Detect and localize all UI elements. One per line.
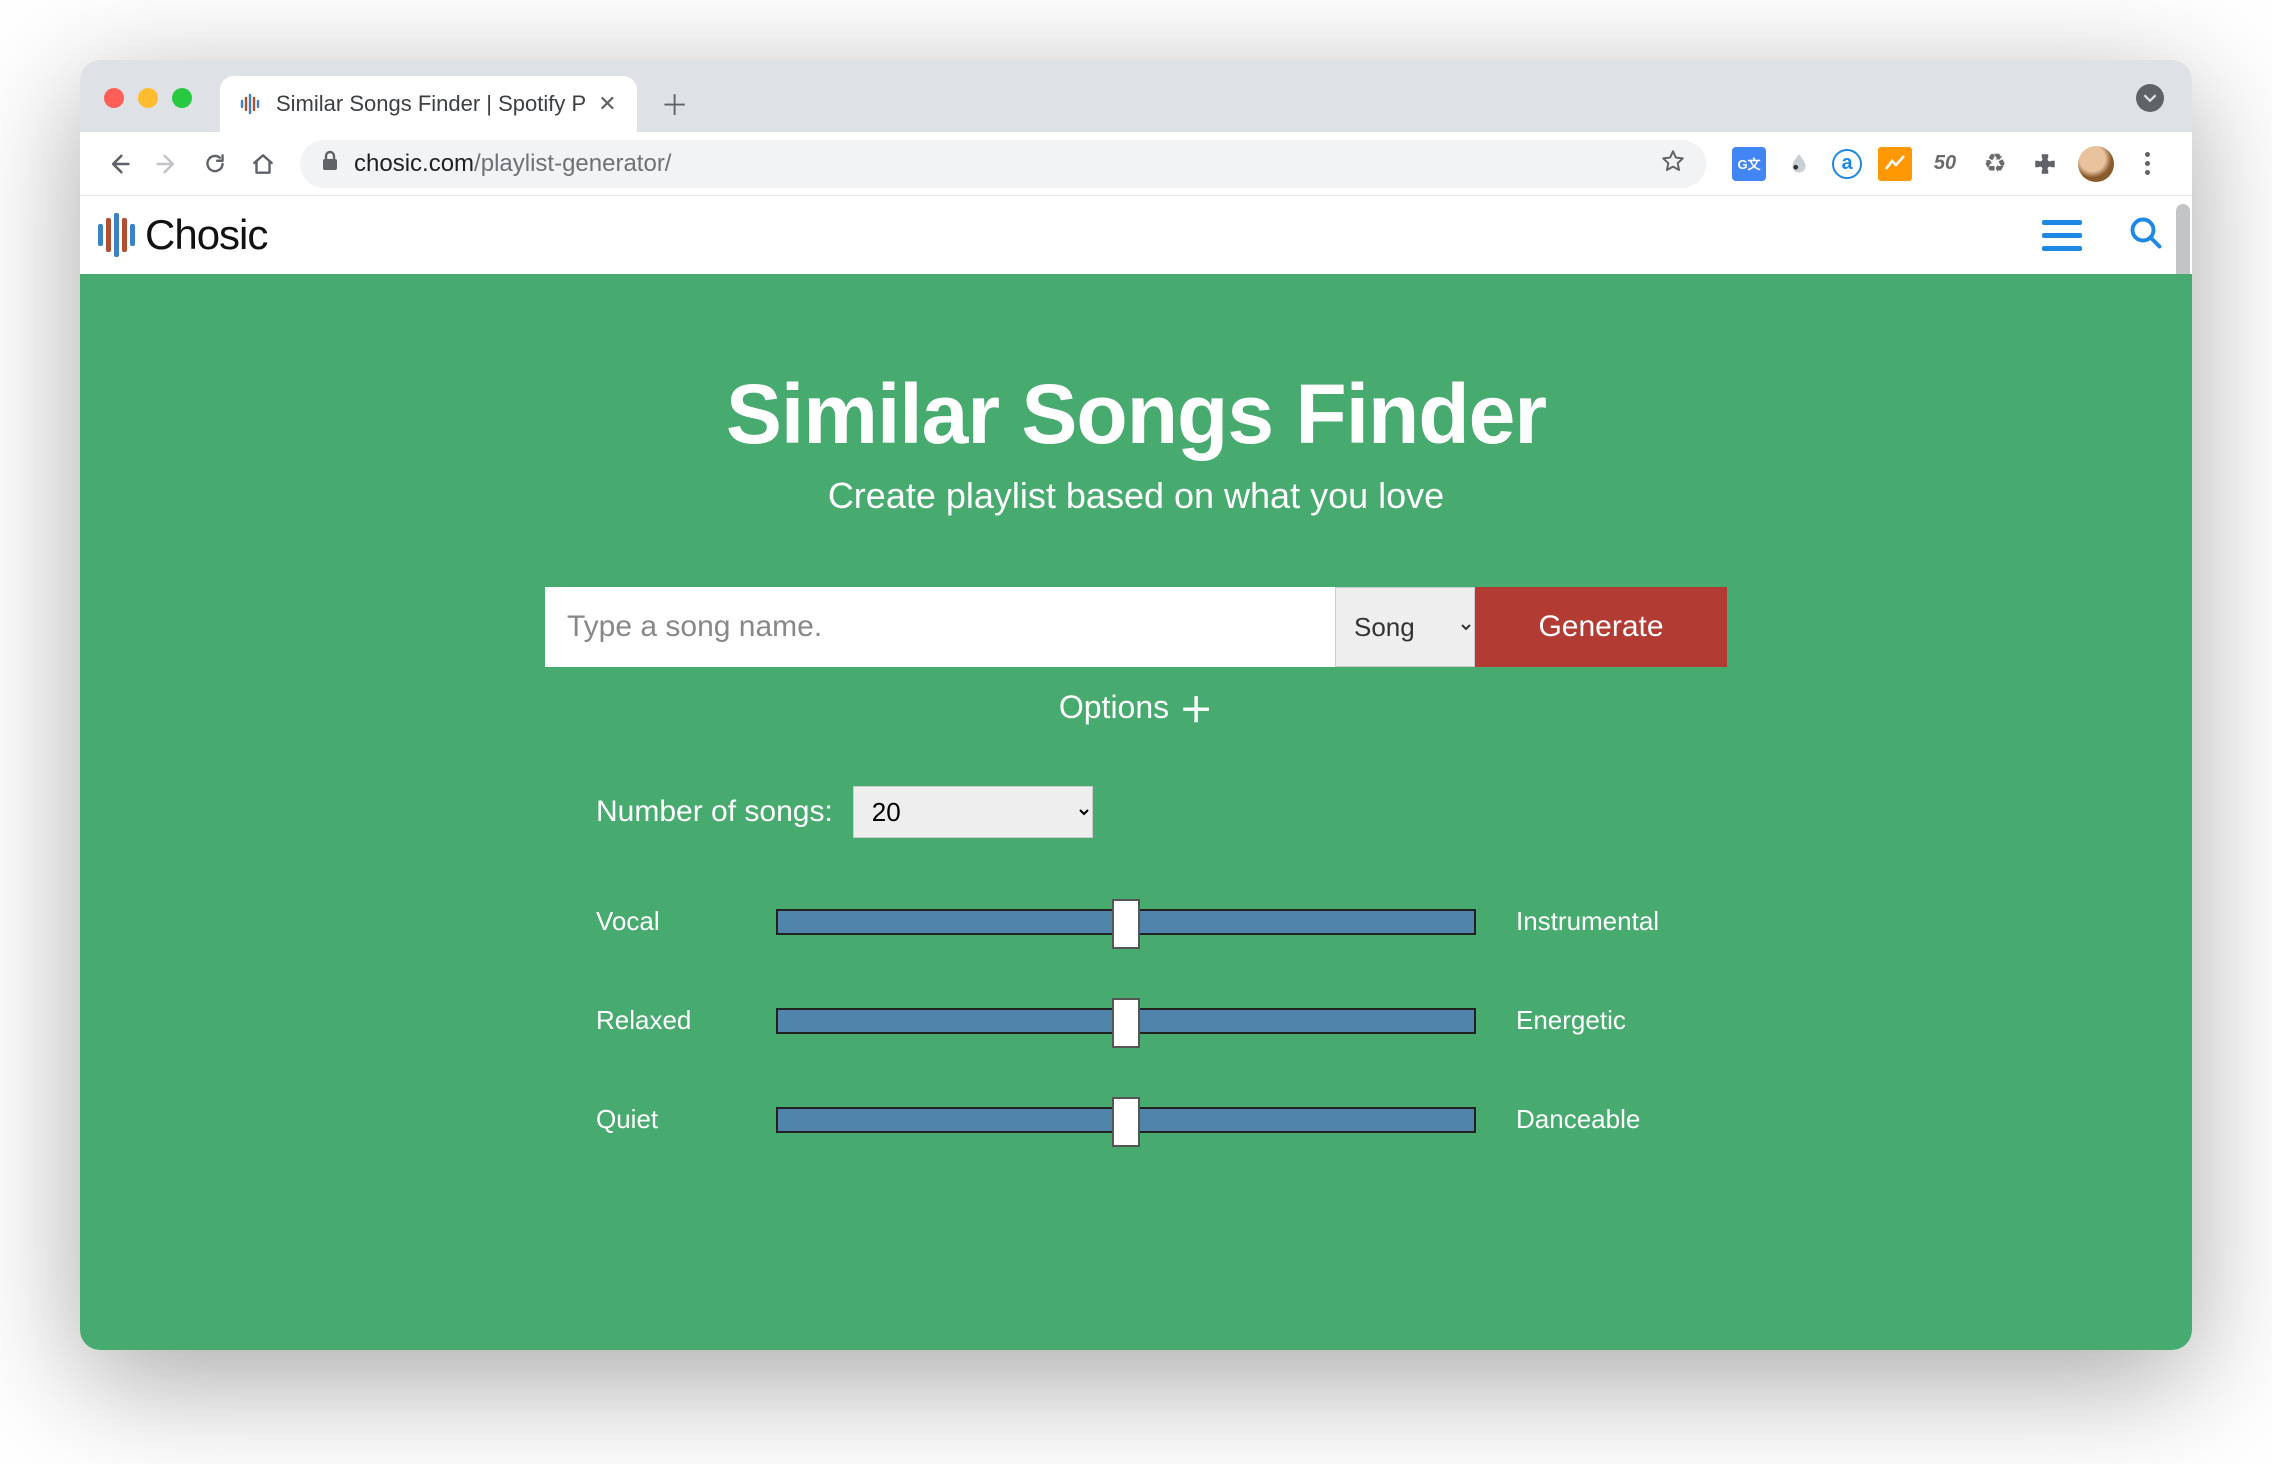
window-controls xyxy=(104,88,192,108)
tab-close-button[interactable]: ✕ xyxy=(598,91,616,117)
song-name-input[interactable] xyxy=(545,587,1335,667)
logo-mark-icon xyxy=(98,213,135,257)
browser-tab[interactable]: Similar Songs Finder | Spotify P ✕ xyxy=(220,76,637,132)
extension-chart-icon[interactable] xyxy=(1878,147,1912,181)
site-header: Chosic xyxy=(80,196,2192,274)
slider-track[interactable] xyxy=(776,1107,1476,1133)
profile-avatar[interactable] xyxy=(2078,146,2114,182)
favicon-icon xyxy=(238,91,264,117)
window-minimize-button[interactable] xyxy=(138,88,158,108)
slider-thumb[interactable] xyxy=(1112,899,1140,949)
address-bar[interactable]: chosic.com/playlist-generator/ xyxy=(300,140,1706,188)
new-tab-button[interactable]: ＋ xyxy=(655,84,695,124)
extension-moz-icon[interactable]: 50 xyxy=(1928,147,1962,181)
url-path: /playlist-generator/ xyxy=(474,150,671,178)
extension-icons: G文 a 50 ♻ xyxy=(1732,146,2164,182)
back-button[interactable] xyxy=(98,143,140,185)
extension-translate-icon[interactable]: G文 xyxy=(1732,147,1766,181)
slider-label-right: Instrumental xyxy=(1476,906,1676,937)
options-label: Options xyxy=(1059,689,1169,726)
extension-a-icon[interactable]: a xyxy=(1832,149,1862,179)
browser-tabstrip: Similar Songs Finder | Spotify P ✕ ＋ xyxy=(80,60,2192,132)
hamburger-icon xyxy=(2042,220,2082,225)
slider-label-right: Energetic xyxy=(1476,1005,1676,1036)
window-close-button[interactable] xyxy=(104,88,124,108)
number-of-songs-row: Number of songs: 20 xyxy=(596,786,1676,838)
slider-vocal-instrumental: Vocal Instrumental xyxy=(596,906,1676,937)
browser-toolbar: chosic.com/playlist-generator/ G文 a 50 ♻ xyxy=(80,132,2192,196)
number-of-songs-select[interactable]: 20 xyxy=(853,786,1093,838)
slider-label-left: Relaxed xyxy=(596,1005,776,1036)
page-content: Chosic Similar Songs Finder Create playl… xyxy=(80,196,2192,1350)
extension-droplet-icon[interactable] xyxy=(1782,147,1816,181)
search-icon xyxy=(2128,215,2164,251)
slider-relaxed-energetic: Relaxed Energetic xyxy=(596,1005,1676,1036)
lock-icon xyxy=(320,150,340,177)
reload-button[interactable] xyxy=(194,143,236,185)
search-row: Song Generate xyxy=(80,587,2192,667)
slider-thumb[interactable] xyxy=(1112,998,1140,1048)
slider-label-left: Vocal xyxy=(596,906,776,937)
url-domain: chosic.com xyxy=(354,150,474,178)
menu-button[interactable] xyxy=(2042,220,2082,251)
site-logo[interactable]: Chosic xyxy=(98,211,267,259)
tabstrip-menu[interactable] xyxy=(2136,84,2164,112)
slider-thumb[interactable] xyxy=(1112,1097,1140,1147)
slider-label-right: Danceable xyxy=(1476,1104,1676,1135)
extension-recycle-icon[interactable]: ♻ xyxy=(1978,147,2012,181)
number-of-songs-label: Number of songs: xyxy=(596,795,833,829)
browser-window: Similar Songs Finder | Spotify P ✕ ＋ xyxy=(80,60,2192,1350)
generate-button[interactable]: Generate xyxy=(1475,587,1727,667)
options-toggle[interactable]: Options ＋ xyxy=(1059,683,1213,732)
site-search-button[interactable] xyxy=(2128,215,2164,256)
home-button[interactable] xyxy=(242,143,284,185)
slider-quiet-danceable: Quiet Danceable xyxy=(596,1104,1676,1135)
hero-section: Similar Songs Finder Create playlist bas… xyxy=(80,274,2192,1350)
slider-track[interactable] xyxy=(776,909,1476,935)
logo-text: Chosic xyxy=(145,211,267,259)
tab-title: Similar Songs Finder | Spotify P xyxy=(276,91,586,117)
extensions-puzzle-icon[interactable] xyxy=(2028,147,2062,181)
url-text: chosic.com/playlist-generator/ xyxy=(354,150,671,178)
search-type-select[interactable]: Song xyxy=(1335,587,1475,667)
slider-label-left: Quiet xyxy=(596,1104,776,1135)
page-title: Similar Songs Finder xyxy=(80,366,2192,463)
page-subtitle: Create playlist based on what you love xyxy=(80,475,2192,517)
plus-icon: ＋ xyxy=(1179,683,1213,732)
options-panel: Number of songs: 20 Vocal Instrumental R… xyxy=(596,786,1676,1135)
slider-track[interactable] xyxy=(776,1008,1476,1034)
window-maximize-button[interactable] xyxy=(172,88,192,108)
forward-button[interactable] xyxy=(146,143,188,185)
chevron-down-icon xyxy=(2136,84,2164,112)
browser-menu-button[interactable] xyxy=(2130,152,2164,175)
bookmark-star-icon[interactable] xyxy=(1660,148,1686,179)
